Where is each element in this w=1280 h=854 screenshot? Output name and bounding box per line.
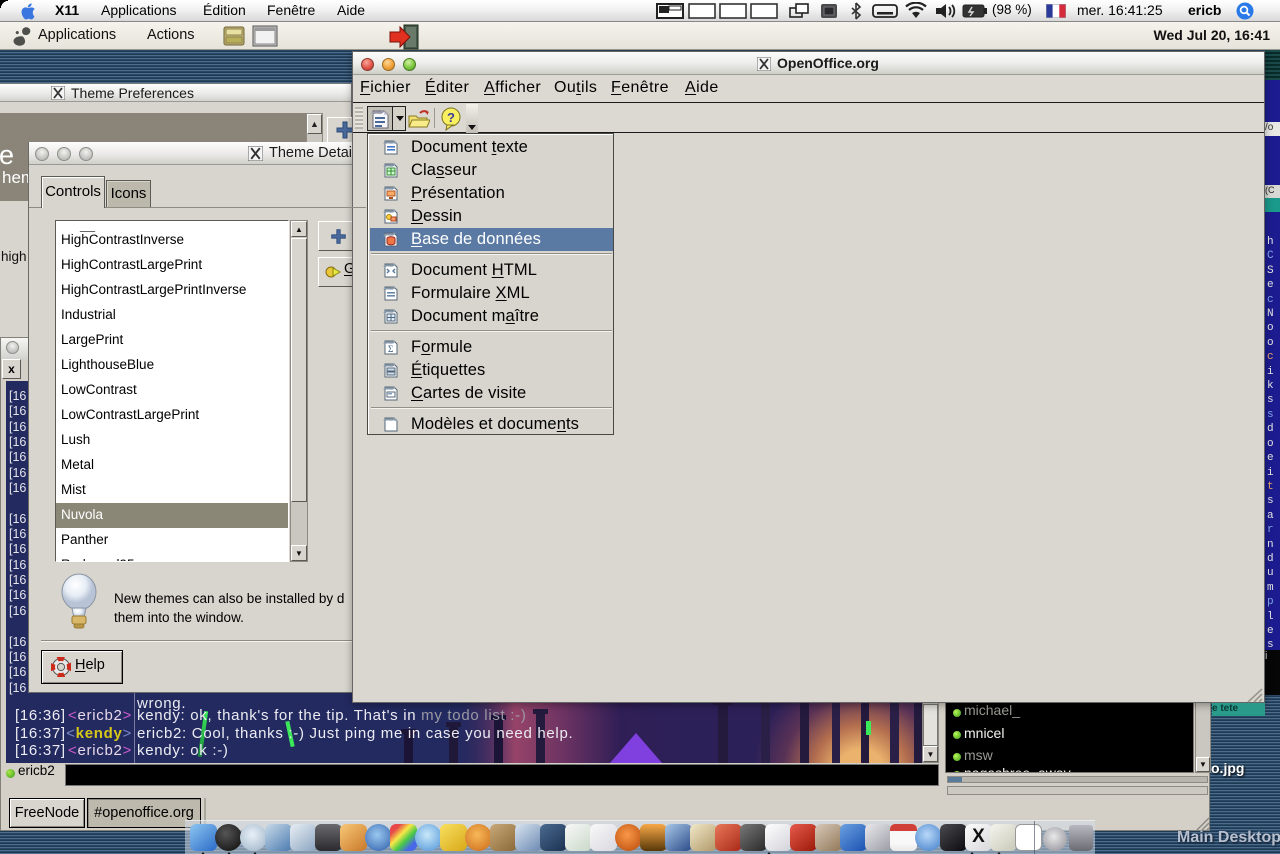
svg-text:Σ: Σ xyxy=(388,344,393,354)
svg-text:?: ? xyxy=(447,110,455,125)
